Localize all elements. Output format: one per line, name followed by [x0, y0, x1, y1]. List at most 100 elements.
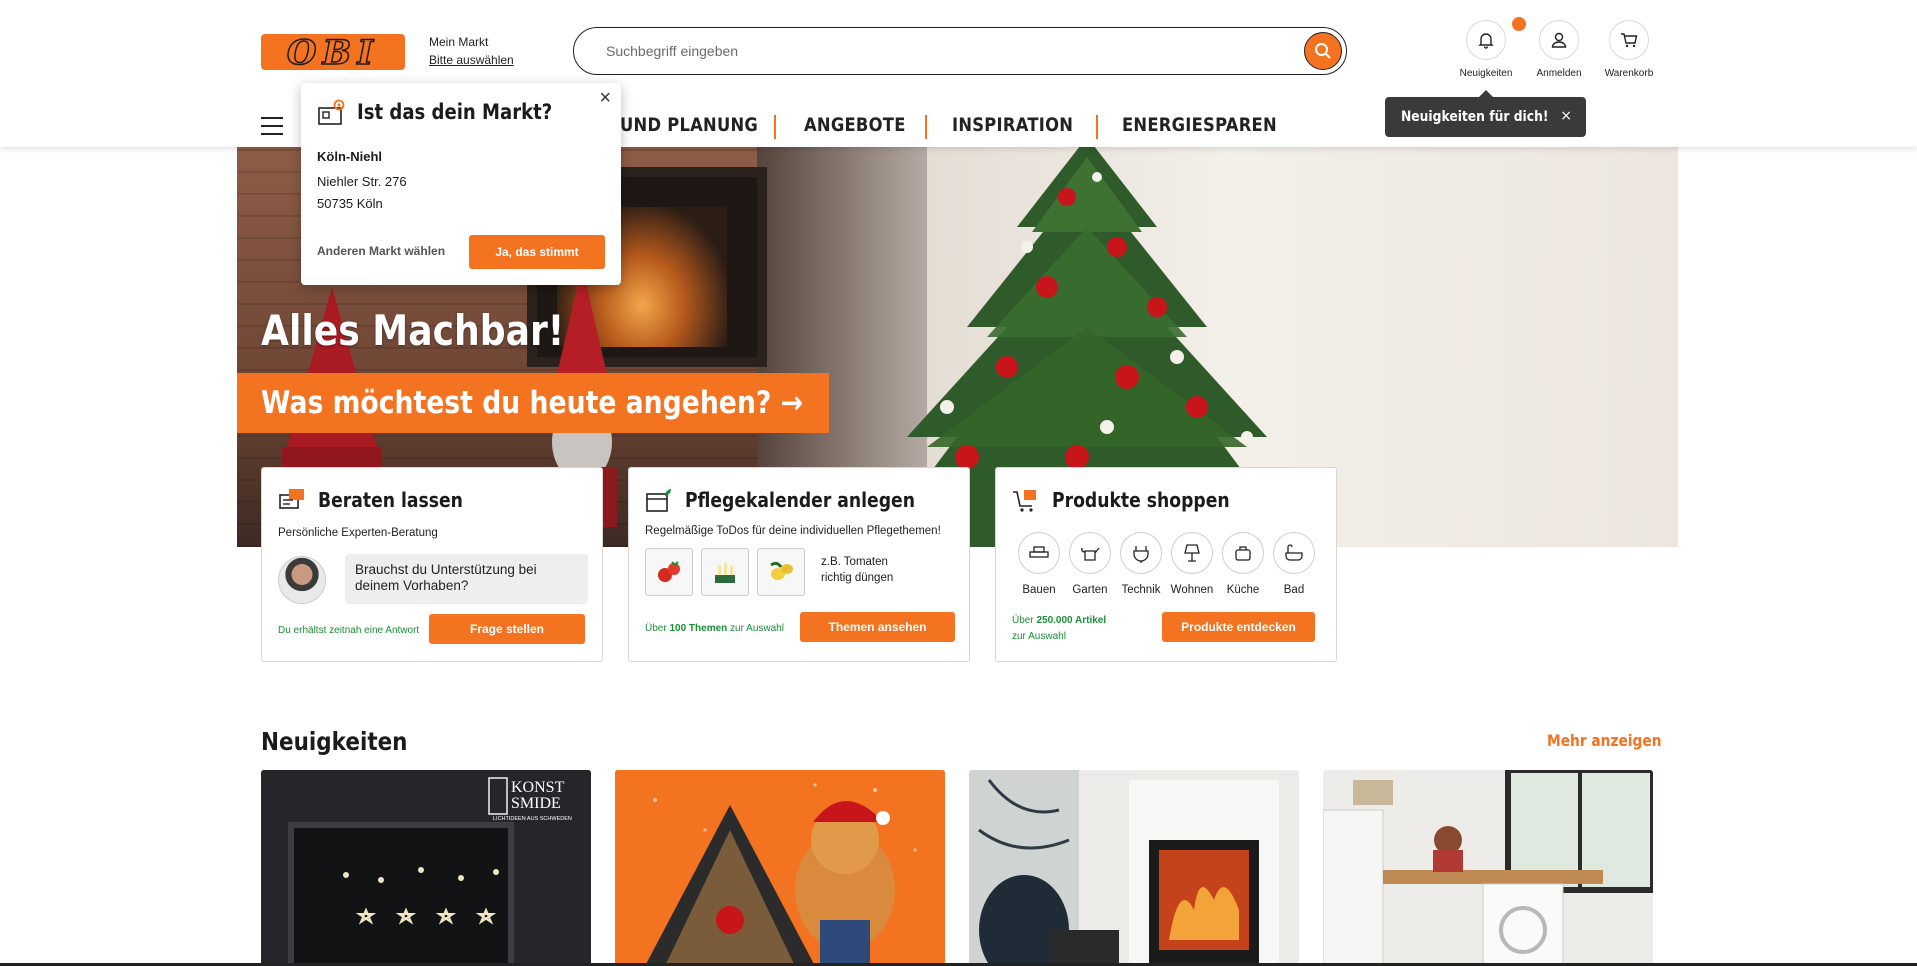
market-confirm-popup: × Ist das dein Markt? Köln-Niehl Niehler…: [301, 83, 621, 285]
advice-card: Beraten lassen Persönliche Experten-Bera…: [261, 467, 603, 662]
nav-item-inspiration[interactable]: INSPIRATION: [952, 114, 1073, 136]
nav-item-angebote[interactable]: ANGEBOTE: [804, 114, 906, 136]
news-tooltip-text: Neuigkeiten für dich!: [1401, 109, 1549, 125]
news-tile-lights[interactable]: KONST SMIDE LICHTIDEEN AUS SCHWEDEN: [261, 770, 591, 966]
news-tile-fireplace[interactable]: [969, 770, 1299, 966]
category-wohnen[interactable]: Wohnen: [1171, 532, 1213, 596]
nav-item-planung[interactable]: UND PLANUNG: [620, 114, 758, 136]
login-label: Anmelden: [1536, 68, 1582, 79]
shopping-cart-box-icon: [1013, 490, 1036, 512]
nav-separator: [774, 115, 776, 139]
advice-bubble: Brauchst du Unterstützung bei deinem Vor…: [345, 554, 588, 604]
search-icon: [1315, 43, 1331, 59]
nav-item-energiesparen[interactable]: ENERGIESPAREN: [1122, 114, 1277, 136]
popup-title: Ist das dein Markt?: [357, 100, 553, 124]
hero-cta-button[interactable]: Was möchtest du heute angehen? →: [237, 373, 829, 433]
bricks-icon: [1029, 546, 1049, 558]
obi-logo[interactable]: OBI: [261, 34, 405, 70]
thumb-tomato[interactable]: [645, 548, 693, 596]
shop-note-pre: Über: [1012, 615, 1037, 626]
market-name: Köln-Niehl: [317, 149, 382, 164]
cart-button[interactable]: Warenkorb: [1594, 20, 1664, 79]
category-technik[interactable]: Technik: [1120, 532, 1162, 596]
market-label: Mein Markt: [429, 35, 489, 49]
advice-note: Du erhältst zeitnah eine Antwort: [278, 625, 420, 636]
advice-subtitle: Persönliche Experten-Beratung: [278, 527, 438, 539]
candles-icon: [715, 563, 735, 583]
market-address: Niehler Str. 276 50735 Köln: [317, 171, 407, 215]
bathtub-icon: [1285, 544, 1303, 561]
search-bar: [573, 27, 1347, 75]
discover-products-button[interactable]: Produkte entdecken: [1162, 612, 1315, 642]
lemon-icon: [770, 561, 793, 580]
laundry-room-image: [1323, 770, 1653, 966]
calendar-note-count: 100 Themen: [669, 623, 728, 634]
shop-note: Über 250.000 Artikel zur Auswahl: [1012, 613, 1106, 645]
shop-note-post: zur Auswahl: [1012, 631, 1066, 642]
watering-can-icon: [1081, 547, 1100, 561]
calendar-note: Über 100 Themen zur Auswahl: [645, 623, 784, 634]
market-street: Niehler Str. 276: [317, 174, 407, 189]
ask-question-button[interactable]: Frage stellen: [429, 614, 585, 644]
store-pin-icon: [318, 99, 345, 125]
news-tooltip: Neuigkeiten für dich! ×: [1385, 90, 1586, 137]
menu-icon[interactable]: [261, 117, 283, 135]
calendar-example-line1: z.B. Tomaten: [821, 556, 888, 568]
user-icon: [1551, 32, 1567, 48]
other-market-link[interactable]: Anderen Markt wählen: [317, 244, 445, 258]
cart-label: Warenkorb: [1604, 68, 1654, 79]
calendar-plant-icon: [646, 489, 671, 512]
beaver-mascot-image: [615, 770, 945, 966]
calendar-subtitle: Regelmäßige ToDos für deine individuelle…: [645, 525, 941, 537]
market-selector[interactable]: Mein Markt Bitte auswählen: [429, 33, 514, 69]
bell-icon: [1478, 33, 1494, 49]
calendar-title: Pflegekalender anlegen: [685, 488, 915, 512]
news-heading: Neuigkeiten: [261, 727, 408, 756]
news-tile-laundry[interactable]: [1323, 770, 1653, 966]
calendar-example: z.B. Tomaten richtig düngen: [821, 554, 893, 586]
category-kueche[interactable]: Küche: [1222, 532, 1264, 596]
hero-headline: Alles Machbar!: [261, 306, 565, 355]
care-calendar-card: Pflegekalender anlegen Regelmäßige ToDos…: [628, 467, 970, 662]
tomato-icon: [658, 561, 680, 582]
calendar-note-pre: Über: [645, 623, 670, 634]
category-garten[interactable]: Garten: [1069, 532, 1111, 596]
lamp-icon: [1184, 544, 1200, 562]
expert-avatar: [278, 556, 326, 604]
brand-konstsmide: KONST SMIDE: [511, 779, 565, 812]
calendar-note-post: zur Auswahl: [727, 623, 784, 634]
login-button[interactable]: Anmelden: [1524, 20, 1594, 79]
shop-note-count: 250.000 Artikel: [1036, 615, 1107, 626]
confirm-market-button[interactable]: Ja, das stimmt: [469, 235, 605, 269]
search-button[interactable]: [1304, 32, 1342, 70]
site-header: OBI Mein Markt Bitte auswählen Neuigkeit…: [0, 0, 1917, 147]
market-city: 50735 Köln: [317, 196, 383, 211]
brand-konstsmide-sub: LICHTIDEEN AUS SCHWEDEN: [493, 816, 572, 822]
plug-icon: [1133, 546, 1149, 563]
news-tile-christmas[interactable]: [615, 770, 945, 966]
calendar-example-line2: richtig düngen: [821, 572, 894, 584]
svg-text:OBI: OBI: [287, 34, 379, 70]
nav-separator: [1096, 115, 1098, 139]
shop-card: Produkte shoppen Bauen Garten Technik Wo…: [995, 467, 1337, 662]
category-bauen[interactable]: Bauen: [1018, 532, 1060, 596]
chat-icon: [279, 489, 304, 509]
thumb-candles[interactable]: [701, 548, 749, 596]
hero-cta-label: Was möchtest du heute angehen? →: [261, 385, 803, 421]
news-label: Neuigkeiten: [1459, 68, 1513, 79]
nav-separator: [925, 115, 927, 139]
view-topics-button[interactable]: Themen ansehen: [800, 612, 955, 642]
search-input[interactable]: [606, 40, 1286, 62]
market-select-link[interactable]: Bitte auswählen: [429, 51, 514, 69]
advice-title: Beraten lassen: [318, 488, 463, 512]
fireplace-room-image: [969, 770, 1299, 966]
news-button[interactable]: Neuigkeiten: [1451, 17, 1526, 79]
category-bad-label: Bad: [1283, 584, 1305, 596]
pot-icon: [1235, 546, 1251, 561]
category-bad[interactable]: Bad: [1273, 532, 1315, 596]
show-more-link[interactable]: Mehr anzeigen: [1547, 731, 1662, 750]
cart-icon: [1621, 33, 1638, 48]
thumb-lemon[interactable]: [757, 548, 805, 596]
tooltip-close-icon[interactable]: ×: [1560, 108, 1572, 124]
close-icon[interactable]: ×: [599, 87, 611, 110]
